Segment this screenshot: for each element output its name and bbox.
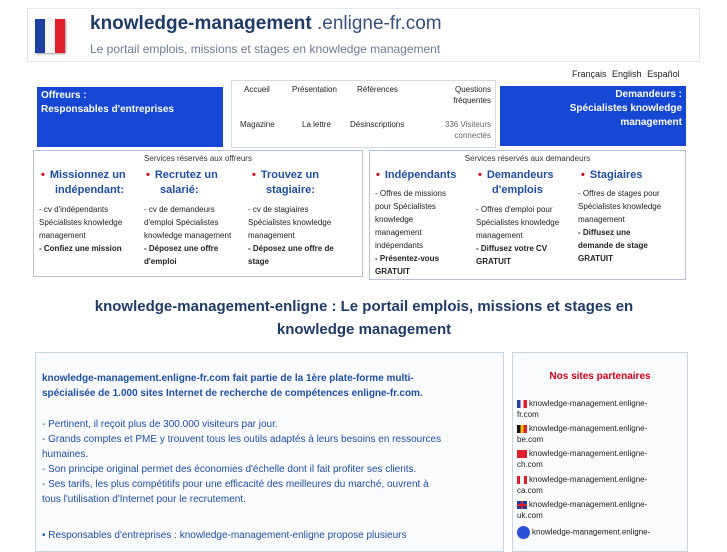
recrutez-text: - cv de demandeurs d'emploi Spécialistes… — [144, 205, 232, 266]
nav-magazine[interactable]: Magazine — [240, 120, 275, 129]
services-demandeurs-panel: Services réservés aux demandeurs • Indépe… — [369, 150, 686, 280]
lang-espanol[interactable]: Español — [647, 69, 680, 79]
intro-text: knowledge-management.enligne-fr.com fait… — [42, 373, 423, 399]
services-offreurs-panel: Services réservés aux offreurs • Missionn… — [33, 150, 363, 277]
partner-link-ca[interactable]: knowledge-management.enligne-ca.com — [517, 474, 682, 496]
site-name: knowledge-management — [90, 13, 312, 34]
confiez-mission-link[interactable]: - Confiez une mission — [39, 244, 122, 253]
missionnez-text: - cv d'indépendants Spécialistes knowled… — [39, 205, 123, 253]
uk-flag-icon — [517, 500, 527, 509]
demandeurs-label: Demandeurs : — [615, 89, 682, 100]
visitor-count: 336 Visiteurs — [444, 120, 491, 129]
nav-references[interactable]: Références — [357, 85, 398, 94]
bullet-icon: • — [478, 169, 482, 181]
stagiaires-heading[interactable]: • Stagiaires — [581, 168, 642, 183]
offreurs-label: Offreurs : — [41, 90, 87, 101]
bullet-icon: • — [252, 169, 256, 181]
missionnez-heading[interactable]: • Missionnez un indépendant: — [41, 168, 126, 198]
advantage-item: - Pertinent, il reçoit plus de 300.000 v… — [42, 419, 278, 430]
nav-lettre[interactable]: La lettre — [302, 120, 331, 129]
canada-flag-icon — [517, 475, 527, 484]
partners-title: Nos sites partenaires — [549, 371, 651, 382]
services-demandeurs-title: Services réservés aux demandeurs — [464, 154, 591, 163]
nav-questions[interactable]: Questions fréquentes — [453, 85, 491, 105]
page-title-line2: knowledge management — [276, 321, 452, 338]
diffusez-demande-stage-link[interactable]: - Diffusez une — [578, 228, 630, 237]
lang-francais[interactable]: Français — [572, 69, 607, 79]
diffusez-cv-link[interactable]: - Diffusez votre CV — [476, 244, 547, 253]
partner-link-ch[interactable]: knowledge-management.enligne-ch.com — [517, 448, 682, 470]
partner-link-fr[interactable]: knowledge-management.enligne-fr.com — [517, 398, 682, 420]
site-title[interactable]: knowledge-management .enligne-fr.com — [90, 13, 442, 35]
recrutez-heading[interactable]: • Recrutez un salarié: — [146, 168, 218, 198]
page-title: knowledge-management-enligne : Le portai… — [40, 295, 688, 341]
deposez-offre-stage-link[interactable]: - Déposez une offre de — [248, 244, 334, 253]
bullet-icon: • — [41, 169, 45, 181]
bullet-icon: • — [146, 169, 150, 181]
stagiaires-text: - Offres de stages pour Spécialistes kno… — [578, 189, 662, 263]
responsables-paragraph: • Responsables d'entreprises : knowledge… — [42, 530, 407, 541]
globe-icon — [517, 526, 530, 539]
nav-desinscriptions[interactable]: Désinscriptions — [350, 120, 404, 129]
switzerland-flag-icon — [517, 449, 527, 458]
demandeurs-emplois-heading[interactable]: • Demandeurs d'emplois — [478, 168, 554, 198]
independants-heading[interactable]: • Indépendants — [376, 168, 456, 183]
france-flag-icon — [517, 399, 527, 408]
visitor-label: connectés — [454, 131, 491, 140]
top-navigation: Accueil Présentation Références Question… — [231, 80, 496, 148]
demandeurs-sublabel-1: Spécialistes knowledge — [569, 103, 682, 114]
bullet-icon: • — [376, 169, 380, 181]
presentez-vous-link[interactable]: - Présentez-vous — [375, 254, 439, 263]
visitor-counter: 336 Visiteurs connectés — [445, 120, 491, 140]
partner-link-global[interactable]: knowledge-management.enligne- — [517, 526, 682, 539]
trouvez-heading[interactable]: • Trouvez un stagiaire: — [252, 168, 319, 198]
partner-link-uk[interactable]: knowledge-management.enligne-uk.com — [517, 499, 682, 521]
services-offreurs-title: Services réservés aux offreurs — [144, 154, 252, 163]
partner-link-be[interactable]: knowledge-management.enligne-be.com — [517, 423, 682, 445]
advantages-list: - Pertinent, il reçoit plus de 300.000 v… — [42, 419, 442, 505]
independants-text: - Offres de missions pour Spécialistes k… — [375, 189, 446, 276]
lang-english[interactable]: English — [612, 69, 642, 79]
france-flag-icon — [35, 19, 65, 53]
trouvez-text: - cv de stagiaires Spécialistes knowledg… — [248, 205, 334, 266]
advantage-item: - Grands comptes et PME y trouvent tous … — [42, 434, 442, 445]
site-tagline: Le portail emplois, missions et stages e… — [90, 42, 441, 56]
demandeurs-emplois-text: - Offres d'emploi pour Spécialistes know… — [476, 205, 560, 266]
demandeurs-sublabel-2: management — [620, 117, 682, 128]
advantage-item: - Ses tarifs, les plus compétitifs pour … — [42, 479, 429, 490]
page-title-line1: knowledge-management-enligne : Le portai… — [94, 298, 634, 315]
nav-accueil[interactable]: Accueil — [244, 85, 270, 94]
deposez-offre-emploi-link[interactable]: - Déposez une offre — [144, 244, 218, 253]
language-links: Français English Español — [569, 69, 680, 79]
nav-questions-l2: fréquentes — [453, 96, 491, 105]
belgium-flag-icon — [517, 424, 527, 433]
advantage-item: - Son principe original permet des écono… — [42, 464, 417, 475]
nav-presentation[interactable]: Présentation — [292, 85, 337, 94]
bullet-icon: • — [581, 169, 585, 181]
offreurs-box[interactable]: Offreurs : Responsables d'entreprises — [37, 87, 223, 147]
site-domain: .enligne-fr.com — [311, 13, 442, 34]
nav-questions-l1: Questions — [454, 85, 491, 94]
demandeurs-box[interactable]: Demandeurs : Spécialistes knowledge mana… — [500, 86, 686, 146]
offreurs-sublabel: Responsables d'entreprises — [41, 104, 174, 115]
